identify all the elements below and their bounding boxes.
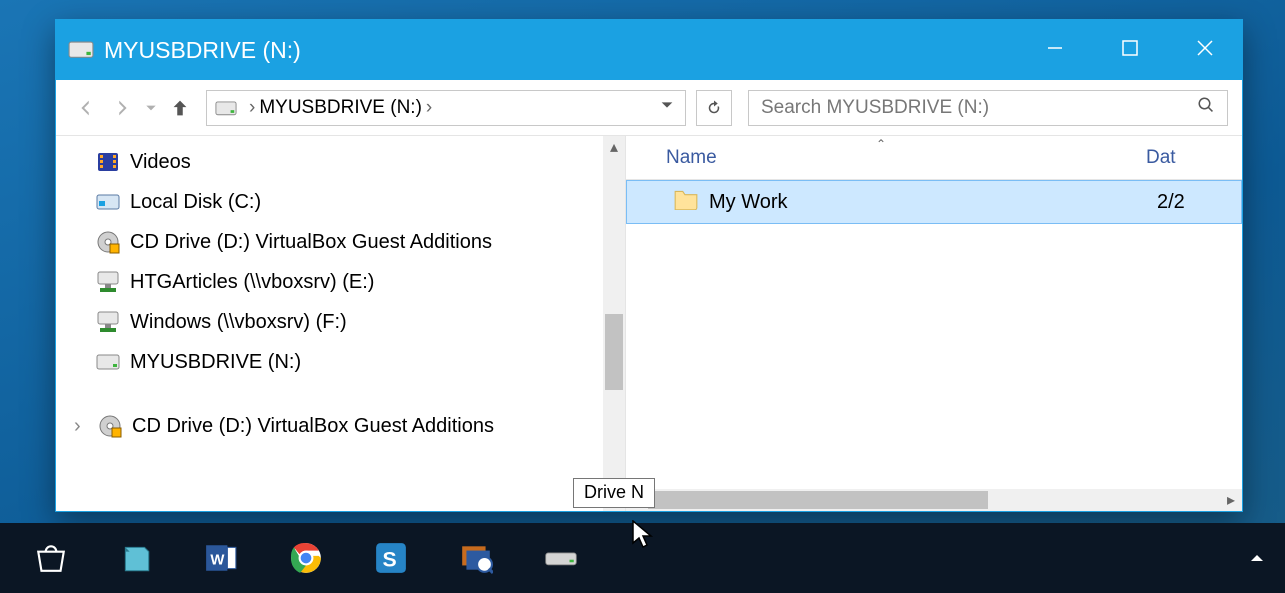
window-title: MYUSBDRIVE (N:) (104, 37, 301, 64)
nav-item-label: Local Disk (C:) (130, 191, 261, 214)
nav-item-label: Videos (130, 151, 191, 174)
nav-item-label: CD Drive (D:) VirtualBox Guest Additions (130, 231, 492, 254)
drive-icon (215, 100, 237, 116)
address-bar[interactable]: › MYUSBDRIVE (N:) › (206, 90, 686, 126)
drive-icon (96, 350, 120, 374)
breadcrumb-separator-icon[interactable]: › (426, 97, 432, 119)
cd-icon (98, 414, 122, 438)
nav-item-label: Windows (\\vboxsrv) (F:) (130, 311, 347, 334)
network-drive-icon (96, 270, 120, 294)
address-bar-row: › MYUSBDRIVE (N:) › Search MYUSBDRIVE (N… (56, 80, 1242, 136)
nav-item-label: CD Drive (D:) VirtualBox Guest Additions (132, 415, 494, 438)
nav-item-local-disk[interactable]: Local Disk (C:) (96, 182, 625, 222)
navigation-pane[interactable]: Videos Local Disk (C:) CD Drive (D:) Vir… (56, 136, 626, 511)
nav-item-cd-drive-root[interactable]: › CD Drive (D:) VirtualBox Guest Additio… (74, 406, 625, 446)
column-header-name[interactable]: Name ⌃ (666, 147, 1146, 169)
nav-item-net-drive-e[interactable]: HTGArticles (\\vboxsrv) (E:) (96, 262, 625, 302)
drive-icon (68, 40, 94, 60)
scroll-up-button[interactable]: ▴ (603, 136, 625, 158)
taskbar-app-chrome[interactable] (263, 523, 348, 593)
scroll-thumb[interactable] (648, 491, 988, 509)
up-button[interactable] (164, 92, 196, 124)
content-pane[interactable]: Name ⌃ Dat My Work 2/2 ◂ ▸ (626, 136, 1242, 511)
taskbar-app-snagit[interactable]: S (348, 523, 433, 593)
cursor-icon (632, 520, 656, 557)
maximize-button[interactable] (1092, 20, 1167, 80)
search-input[interactable]: Search MYUSBDRIVE (N:) (748, 90, 1228, 126)
folder-icon (673, 188, 699, 216)
taskbar-app-word[interactable]: W (178, 523, 263, 593)
tray-expand-button[interactable] (1237, 523, 1277, 593)
nav-item-net-drive-f[interactable]: Windows (\\vboxsrv) (F:) (96, 302, 625, 342)
search-placeholder: Search MYUSBDRIVE (N:) (761, 97, 989, 119)
recent-locations-dropdown[interactable] (142, 92, 160, 124)
nav-scrollbar[interactable]: ▴ ▾ (603, 136, 625, 511)
refresh-button[interactable] (696, 90, 732, 126)
nav-item-cd-drive[interactable]: CD Drive (D:) VirtualBox Guest Additions (96, 222, 625, 262)
taskbar-app-drive[interactable] (518, 523, 603, 593)
disk-icon (96, 190, 120, 214)
back-button[interactable] (70, 92, 102, 124)
file-date: 2/2 (1157, 191, 1185, 214)
scroll-right-button[interactable]: ▸ (1220, 489, 1242, 511)
column-header-date[interactable]: Dat (1146, 147, 1176, 169)
expand-chevron-icon[interactable]: › (74, 415, 88, 438)
file-explorer-window: MYUSBDRIVE (N:) (55, 19, 1243, 512)
cd-icon (96, 230, 120, 254)
column-headers[interactable]: Name ⌃ Dat (626, 136, 1242, 180)
svg-text:S: S (382, 548, 396, 572)
nav-item-videos[interactable]: Videos (96, 142, 625, 182)
file-name: My Work (709, 191, 788, 214)
videos-icon (96, 150, 120, 174)
file-row[interactable]: My Work 2/2 (626, 180, 1242, 224)
taskbar-app-store[interactable] (8, 523, 93, 593)
forward-button[interactable] (106, 92, 138, 124)
breadcrumb-separator-icon: › (249, 97, 255, 119)
minimize-button[interactable] (1017, 20, 1092, 80)
search-icon (1197, 96, 1215, 120)
title-bar[interactable]: MYUSBDRIVE (N:) (56, 20, 1242, 80)
nav-item-label: MYUSBDRIVE (N:) (130, 351, 301, 374)
close-button[interactable] (1167, 20, 1242, 80)
scroll-thumb[interactable] (605, 314, 623, 390)
nav-item-label: HTGArticles (\\vboxsrv) (E:) (130, 271, 374, 294)
content-scrollbar[interactable]: ◂ ▸ (626, 489, 1242, 511)
taskbar-app-pictures[interactable] (433, 523, 518, 593)
network-drive-icon (96, 310, 120, 334)
svg-text:W: W (210, 552, 225, 568)
nav-item-usb-drive[interactable]: MYUSBDRIVE (N:) (96, 342, 625, 382)
address-dropdown-button[interactable] (659, 97, 679, 119)
taskbar-app-notepad[interactable] (93, 523, 178, 593)
tooltip: Drive N (573, 478, 655, 508)
sort-indicator-icon: ⌃ (876, 137, 886, 151)
breadcrumb-location[interactable]: MYUSBDRIVE (N:) (259, 97, 422, 119)
